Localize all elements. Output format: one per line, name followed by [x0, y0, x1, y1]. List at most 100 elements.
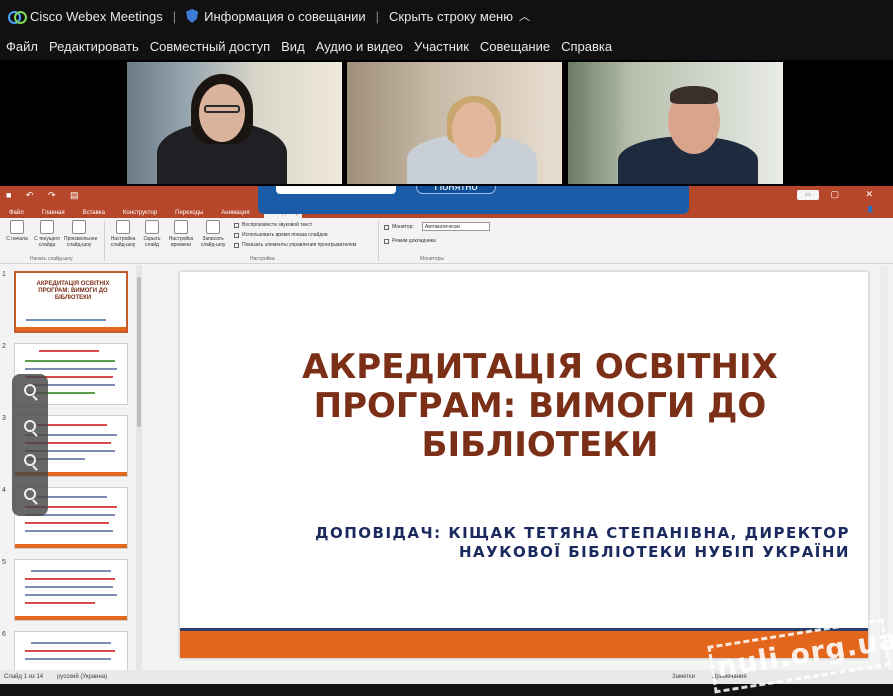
scrollbar-thumb[interactable]: [137, 277, 141, 427]
zoom-out-icon[interactable]: [24, 488, 36, 500]
group-setup-label: Настройка: [250, 256, 275, 262]
rehearse-timings-button[interactable]: Настройка времени: [166, 220, 196, 248]
button-label: Скрыть слайд: [143, 236, 161, 248]
notes-button[interactable]: Заметки: [672, 674, 695, 680]
thumbnail-line: [25, 530, 113, 532]
hide-slide-icon: [145, 220, 159, 234]
checkbox-label: Показать элементы управления проигрывате…: [242, 242, 357, 248]
thumbnail-line: [25, 602, 95, 604]
webex-share-banner: Понятно: [258, 186, 689, 214]
zoom-in-icon[interactable]: [24, 454, 36, 466]
thumb-number: 3: [2, 415, 6, 422]
from-beginning-button[interactable]: С начала: [2, 220, 32, 242]
thumb-number: 2: [2, 343, 6, 350]
presenter-view-checkbox[interactable]: Режим докладчика: [384, 238, 436, 244]
thumbnail-line: [31, 642, 111, 644]
thumbnail-line: [25, 586, 113, 588]
ribbon-separator: [104, 221, 105, 261]
app-title: Cisco Webex Meetings: [30, 8, 163, 24]
button-label: Настройка слайд-шоу: [110, 236, 136, 248]
menu-audio-video[interactable]: Аудио и видео: [316, 39, 403, 54]
setup-show-button[interactable]: Настройка слайд-шоу: [108, 220, 138, 248]
tab-file[interactable]: Файл: [6, 210, 27, 218]
got-it-button[interactable]: Понятно: [416, 186, 496, 194]
tab-design[interactable]: Конструктор: [120, 210, 160, 218]
menu-edit[interactable]: Редактировать: [49, 39, 139, 54]
hide-menu-button[interactable]: Скрыть строку меню: [389, 9, 513, 24]
monitor-icon: [384, 224, 389, 230]
pointer-icon[interactable]: [24, 420, 36, 432]
from-current-button[interactable]: С текущего слайда: [32, 220, 62, 248]
slides-icon: [72, 220, 86, 234]
menu-participant[interactable]: Участник: [414, 39, 469, 54]
status-language: русский (Украина): [57, 674, 108, 680]
chevron-up-icon[interactable]: ︿: [519, 8, 530, 24]
quick-access-icons[interactable]: ■ ↶ ↷ ▤: [6, 190, 85, 201]
thumbnail-line: [25, 360, 115, 362]
menu-meeting[interactable]: Совещание: [480, 39, 550, 54]
show-media-controls-checkbox[interactable]: Показать элементы управления проигрывате…: [234, 242, 356, 248]
ribbon-separator: [378, 221, 379, 261]
menu-help[interactable]: Справка: [561, 39, 612, 54]
checkbox-box: [234, 222, 239, 228]
status-slide-count: Слайд 1 из 14: [4, 674, 44, 680]
checkbox-label: Использовать время показа слайдов: [242, 232, 328, 238]
participant-video-tile[interactable]: [127, 62, 342, 184]
thumbnail-line: [25, 594, 117, 596]
button-label: Записать слайд-шоу: [200, 236, 226, 248]
annotate-icon[interactable]: [24, 384, 36, 396]
group-monitors-label: Мониторы: [420, 256, 444, 262]
title-separator: |: [172, 8, 177, 24]
hide-slide-button[interactable]: Скрыть слайд: [137, 220, 167, 248]
monitor-label: Монитор:: [384, 224, 414, 230]
thumbnail-line: [25, 578, 115, 580]
thumbnail-line: [39, 350, 99, 352]
button-label: Настройка времени: [168, 236, 194, 248]
webex-logo-icon: [8, 10, 27, 24]
thumbnail-bar: [15, 616, 127, 620]
thumbnail-line: [25, 522, 109, 524]
window-controls[interactable]: – ▢ ✕: [799, 189, 885, 200]
participant-video-tile[interactable]: [347, 62, 562, 184]
menu-view[interactable]: Вид: [281, 39, 305, 54]
webex-menu-bar: Файл Редактировать Совместный доступ Вид…: [0, 32, 893, 60]
play-icon: [10, 220, 24, 234]
video-strip: [0, 60, 893, 186]
play-narrations-checkbox[interactable]: Воспроизвести звуковой текст: [234, 222, 312, 228]
monitor-select[interactable]: Автоматически: [422, 222, 490, 231]
thumbnail-line: [31, 570, 111, 572]
slide-thumbnail[interactable]: [14, 559, 128, 621]
slide-thumbnail[interactable]: АКРЕДИТАЦІЯ ОСВІТНІХ ПРОГРАМ: ВИМОГИ ДО …: [14, 271, 128, 333]
share-user-icon[interactable]: 👤: [864, 206, 877, 215]
checkbox-box: [234, 232, 239, 238]
menu-file[interactable]: Файл: [6, 39, 38, 54]
participant-video-tile[interactable]: [568, 62, 783, 184]
banner-pill: [276, 186, 396, 194]
record-icon: [206, 220, 220, 234]
slide-scrollbar[interactable]: [880, 266, 888, 670]
checkbox-box: [234, 242, 239, 248]
thumbnails-scrollbar[interactable]: [136, 265, 142, 670]
thumb-number: 5: [2, 559, 6, 566]
current-slide[interactable]: АКРЕДИТАЦІЯ ОСВІТНІХ ПРОГРАМ: ВИМОГИ ДО …: [180, 272, 868, 658]
thumbnail-line: [25, 368, 117, 370]
custom-show-button[interactable]: Произвольное слайд-шоу: [64, 220, 98, 248]
menu-share[interactable]: Совместный доступ: [150, 39, 270, 54]
use-timings-checkbox[interactable]: Использовать время показа слайдов: [234, 232, 328, 238]
button-label: Произвольное слайд-шоу: [64, 236, 98, 248]
shield-icon: [186, 9, 199, 23]
timer-icon: [174, 220, 188, 234]
tab-animations[interactable]: Анимация: [218, 210, 252, 218]
record-show-button[interactable]: Записать слайд-шоу: [198, 220, 228, 248]
button-label: С начала: [6, 236, 28, 242]
thumbnail-line: [26, 319, 106, 321]
meeting-info-button[interactable]: Информация о совещании: [204, 9, 366, 24]
tab-insert[interactable]: Вставка: [80, 210, 108, 218]
setup-icon: [116, 220, 130, 234]
participant-face: [199, 84, 245, 142]
tab-transitions[interactable]: Переходы: [172, 210, 206, 218]
participant-glasses: [204, 105, 240, 113]
thumbnail-line: [25, 650, 115, 652]
tab-home[interactable]: Главная: [39, 210, 68, 218]
slide-thumbnail[interactable]: [14, 631, 128, 670]
